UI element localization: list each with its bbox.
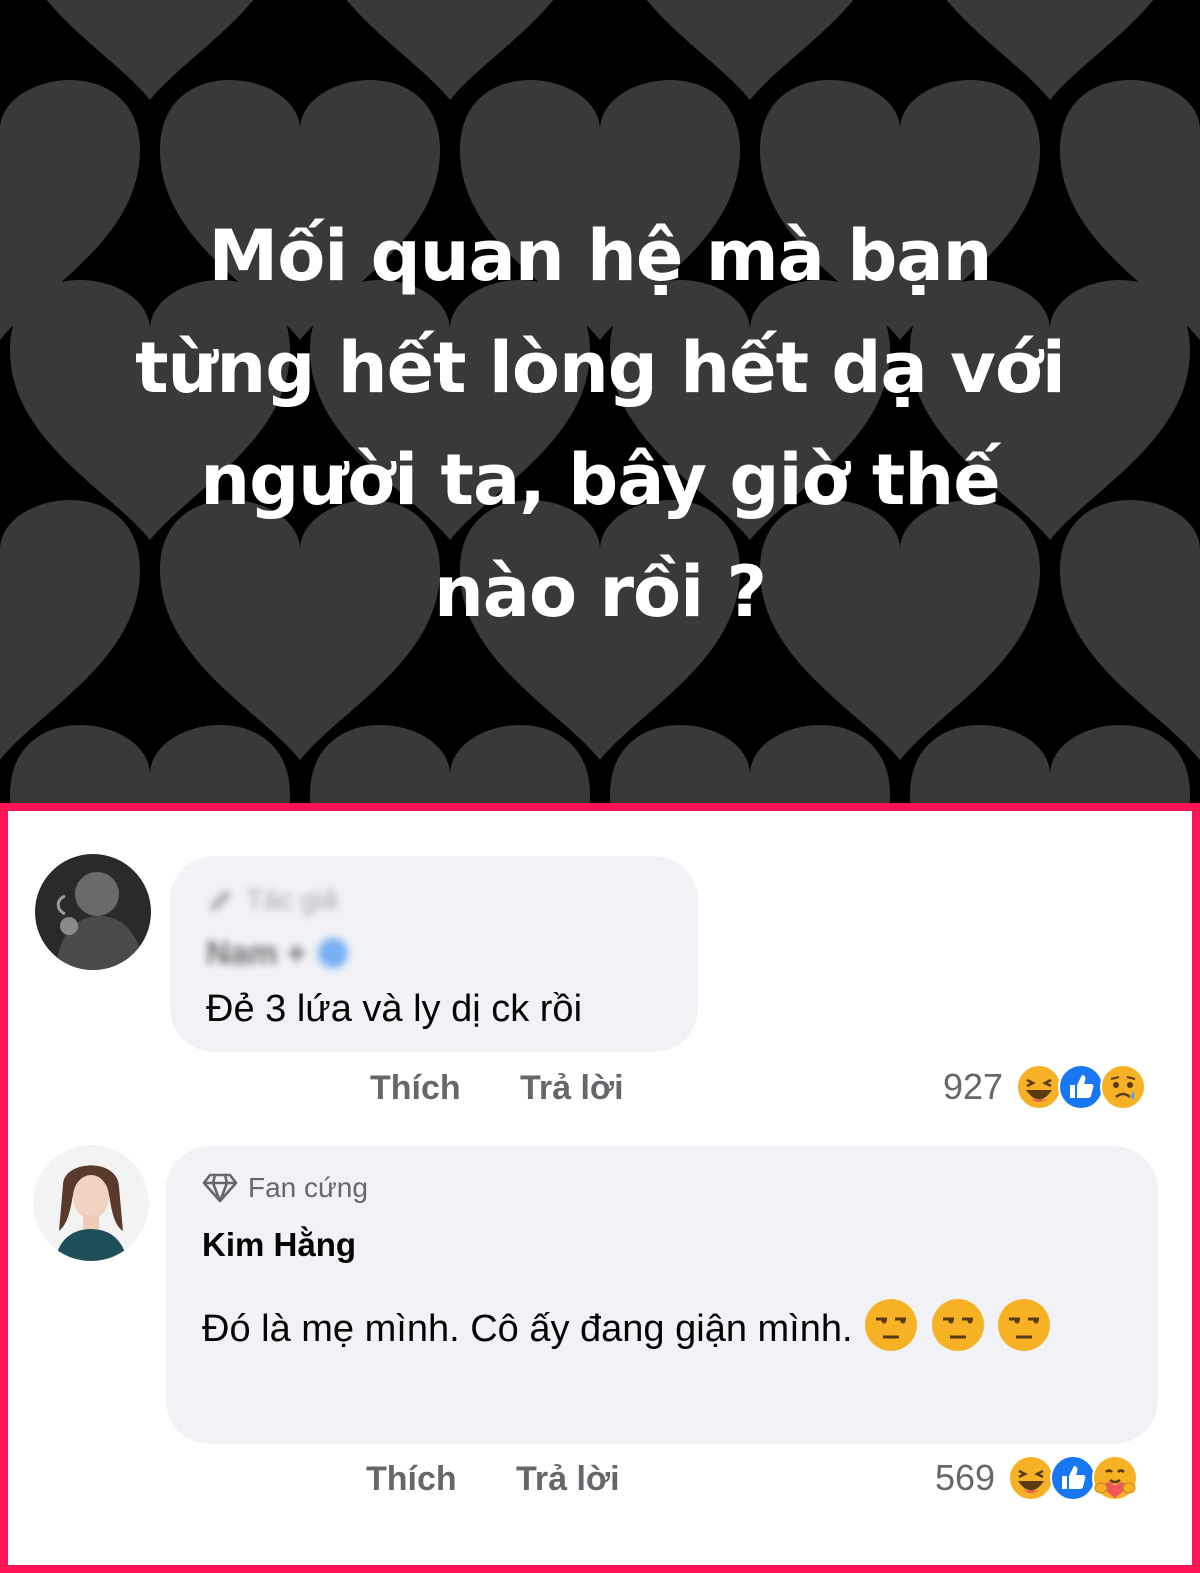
- reply-button[interactable]: Trả lời: [520, 1069, 624, 1108]
- avatar[interactable]: [35, 854, 151, 970]
- comment-text: Đó là mẹ mình. Cô ấy đang giận mình.: [202, 1289, 1122, 1369]
- unamused-emoji: [998, 1299, 1051, 1351]
- comment-text: Đẻ 3 lứa và ly dị ck rồi: [206, 988, 583, 1030]
- reaction-summary[interactable]: 569: [935, 1454, 1139, 1502]
- post-image-banner: Mối quan hệ mà bạn từng hết lòng hết dạ …: [0, 0, 1200, 805]
- verified-badge-icon: [317, 938, 348, 968]
- fan-badge: Fan cứng: [202, 1172, 368, 1204]
- sad-reaction-icon: [1100, 1064, 1147, 1110]
- avatar-photo: [33, 1145, 149, 1261]
- unamused-emoji: [931, 1299, 984, 1351]
- care-reaction-icon: [1092, 1455, 1139, 1501]
- like-button[interactable]: Thích: [370, 1069, 461, 1108]
- comment-text-content: Đó là mẹ mình. Cô ấy đang giận mình.: [202, 1308, 853, 1350]
- haha-reaction-icon: [1008, 1455, 1055, 1501]
- comment-bubble: Fan cứng Kim Hằng Đó là mẹ mình. Cô ấy đ…: [166, 1146, 1158, 1444]
- haha-reaction-icon: [1016, 1064, 1063, 1110]
- reaction-summary[interactable]: 927: [943, 1063, 1147, 1111]
- pencil-icon: [210, 890, 231, 911]
- post-text-line: Mối quan hệ mà bạn: [208, 215, 993, 297]
- post-text-line: từng hết lòng hết dạ với: [135, 327, 1066, 409]
- author-badge-label: Tác giả: [246, 884, 338, 915]
- author-badge: Tác giả: [206, 884, 338, 916]
- unamused-emoji: [865, 1299, 918, 1351]
- reply-button[interactable]: Trả lời: [516, 1460, 620, 1499]
- reaction-count: 927: [943, 1066, 1004, 1107]
- like-reaction-icon: [1050, 1455, 1097, 1501]
- like-button[interactable]: Thích: [366, 1460, 457, 1499]
- avatar[interactable]: [33, 1145, 149, 1261]
- post-status-text: Mối quan hệ mà bạn từng hết lòng hết dạ …: [60, 200, 1140, 648]
- like-reaction-icon: [1058, 1064, 1105, 1110]
- post-text-line: nào rồi ?: [433, 551, 767, 633]
- avatar-photo: [35, 854, 151, 970]
- comments-section: Tác giả Nam + Đẻ 3 lứa và ly dị ck rồi T…: [0, 803, 1200, 1573]
- comment-bubble: Tác giả Nam + Đẻ 3 lứa và ly dị ck rồi: [170, 856, 698, 1052]
- comment-author-name[interactable]: Kim Hằng: [202, 1226, 356, 1264]
- reaction-count: 569: [935, 1457, 996, 1498]
- fan-badge-label: Fan cứng: [248, 1172, 368, 1203]
- comment-author-name[interactable]: Nam +: [206, 934, 348, 972]
- author-name-text: Nam +: [206, 934, 306, 971]
- post-text-line: người ta, bây giờ thế: [200, 439, 1000, 521]
- diamond-icon: [202, 1173, 238, 1203]
